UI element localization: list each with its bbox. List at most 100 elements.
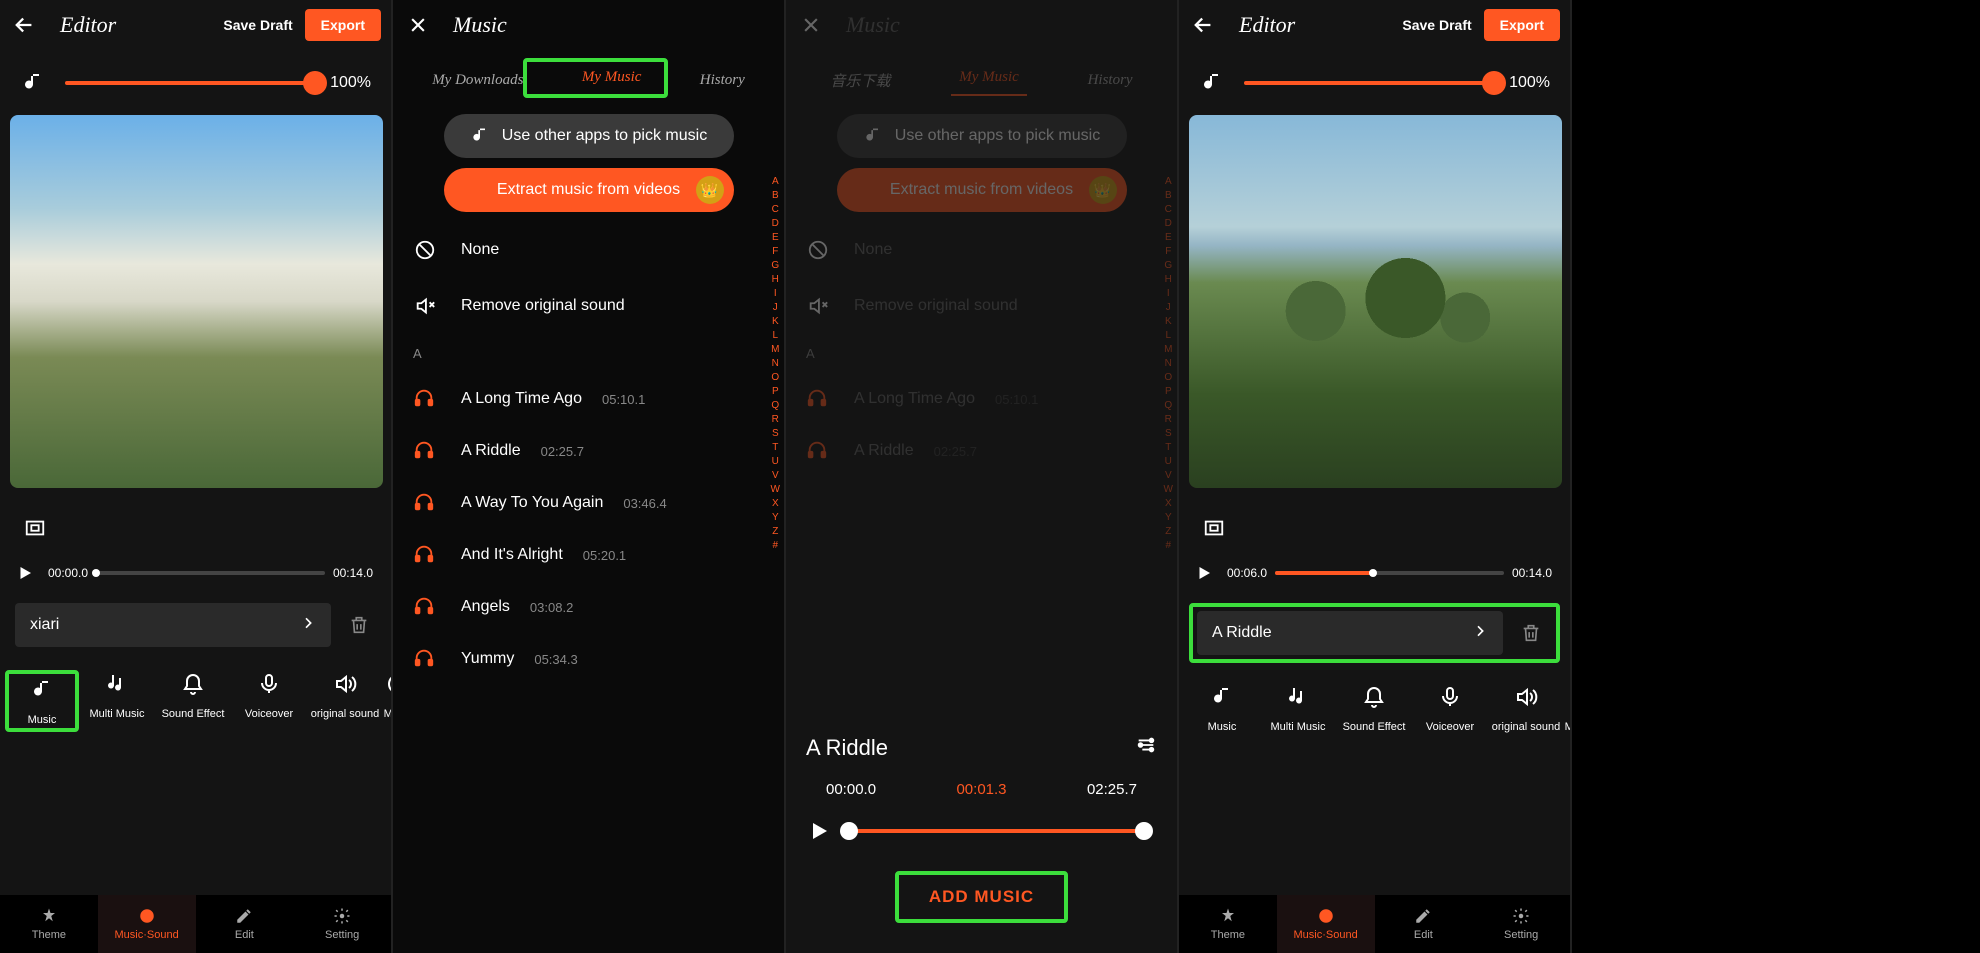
volume-slider[interactable]: [65, 81, 315, 85]
sound-tab-music[interactable]: Music: [5, 670, 79, 732]
song-item[interactable]: A Long Time Ago05:10.1: [786, 373, 1177, 425]
chevron-right-icon: [300, 615, 316, 636]
sound-tab-effect[interactable]: Sound Effect: [1336, 683, 1412, 733]
pick-other-label: Use other apps to pick music: [502, 127, 707, 145]
play-button[interactable]: [10, 558, 40, 588]
song-item[interactable]: A Long Time Ago05:10.1: [393, 373, 784, 425]
player-time-current: 00:01.3: [956, 781, 1006, 798]
page-title: Editor: [1239, 12, 1402, 38]
song-item[interactable]: A Riddle02:25.7: [786, 425, 1177, 477]
fullscreen-icon[interactable]: [15, 508, 55, 548]
none-option[interactable]: None: [786, 222, 1177, 278]
headphones-icon: [413, 491, 437, 515]
sound-tab-original[interactable]: original sound: [1488, 683, 1564, 733]
extract-music-button[interactable]: Extract music from videos 👑: [444, 168, 734, 212]
timeline-slider[interactable]: [96, 571, 325, 575]
play-button[interactable]: [1189, 558, 1219, 588]
sound-tab-effect[interactable]: Sound Effect: [155, 670, 231, 732]
clip-chip[interactable]: xiari: [15, 603, 331, 647]
player-song-title: A Riddle: [806, 735, 1135, 761]
music-icon: [30, 676, 54, 704]
tab-history[interactable]: History: [1080, 68, 1141, 93]
nav-edit[interactable]: Edit: [1375, 895, 1473, 953]
sound-tab-music[interactable]: Music: [1184, 683, 1260, 733]
fullscreen-icon[interactable]: [1194, 508, 1234, 548]
nav-setting[interactable]: Setting: [293, 895, 391, 953]
page-title: Editor: [60, 12, 223, 38]
tab-downloads[interactable]: 音乐下载: [822, 66, 898, 95]
time-end: 00:14.0: [333, 566, 373, 580]
extract-music-button[interactable]: Extract music from videos 👑: [837, 168, 1127, 212]
headphones-icon: [413, 543, 437, 567]
nav-music-sound[interactable]: Music·Sound: [1277, 895, 1375, 953]
play-button[interactable]: [804, 816, 834, 846]
clip-chip[interactable]: A Riddle: [1197, 611, 1503, 655]
song-item[interactable]: A Riddle02:25.7: [393, 425, 784, 477]
settings-icon[interactable]: [1135, 734, 1157, 761]
crown-icon: 👑: [696, 176, 724, 204]
trim-slider[interactable]: [849, 829, 1144, 833]
alpha-index[interactable]: ABCDEFGHIJKLMNOPQRSTUVWXYZ#: [771, 175, 780, 553]
sound-tab-original[interactable]: original sound: [307, 670, 383, 732]
mute-icon: [413, 294, 437, 318]
tab-my-music[interactable]: My Music: [951, 65, 1027, 96]
song-item[interactable]: And It's Alright05:20.1: [393, 529, 784, 581]
song-item[interactable]: A Way To You Again03:46.4: [393, 477, 784, 529]
video-preview[interactable]: [10, 115, 383, 488]
page-title: Music: [846, 12, 1167, 38]
page-title: Music: [453, 12, 774, 38]
nav-theme[interactable]: Theme: [0, 895, 98, 953]
tab-downloads[interactable]: My Downloads: [424, 68, 531, 93]
back-button[interactable]: [1189, 10, 1219, 40]
save-draft-button[interactable]: Save Draft: [1402, 17, 1471, 33]
nav-edit[interactable]: Edit: [196, 895, 294, 953]
sound-tab-voiceover[interactable]: Voiceover: [1412, 683, 1488, 733]
player-time-end: 02:25.7: [1087, 781, 1137, 798]
back-button[interactable]: [10, 10, 40, 40]
song-item[interactable]: Angels03:08.2: [393, 581, 784, 633]
sound-tab-voiceover[interactable]: Voiceover: [231, 670, 307, 732]
alpha-index[interactable]: ABCDEFGHIJKLMNOPQRSTUVWXYZ#: [1164, 175, 1173, 553]
remove-original-option[interactable]: Remove original sound: [786, 278, 1177, 334]
save-draft-button[interactable]: Save Draft: [223, 17, 292, 33]
remove-original-option[interactable]: Remove original sound: [393, 278, 784, 334]
volume-slider[interactable]: [1244, 81, 1494, 85]
delete-button[interactable]: [1513, 616, 1548, 651]
sound-tab-multi[interactable]: Multi Music: [1260, 683, 1336, 733]
clip-label: A Riddle: [1212, 624, 1272, 642]
nav-setting[interactable]: Setting: [1472, 895, 1570, 953]
pick-other-apps-button[interactable]: Use other apps to pick music: [444, 114, 734, 158]
add-music-button[interactable]: ADD MUSIC: [895, 871, 1068, 923]
headphones-icon: [413, 387, 437, 411]
close-button[interactable]: [796, 10, 826, 40]
player-time-start: 00:00.0: [826, 781, 876, 798]
sound-tab-multi[interactable]: Multi Music: [79, 670, 155, 732]
sound-tab-overflow[interactable]: Music: [383, 670, 391, 732]
time-end: 00:14.0: [1512, 566, 1552, 580]
pick-other-apps-button[interactable]: Use other apps to pick music: [837, 114, 1127, 158]
timeline-slider[interactable]: [1275, 571, 1504, 575]
headphones-icon: [806, 387, 830, 411]
tab-history[interactable]: History: [692, 68, 753, 93]
crown-icon: 👑: [1089, 176, 1117, 204]
song-item[interactable]: Yummy05:34.3: [393, 633, 784, 685]
headphones-icon: [413, 595, 437, 619]
export-button[interactable]: Export: [1484, 9, 1560, 41]
headphones-icon: [413, 647, 437, 671]
sound-tab-overflow[interactable]: Music: [1564, 683, 1570, 733]
delete-button[interactable]: [341, 608, 376, 643]
nav-music-sound[interactable]: Music·Sound: [98, 895, 196, 953]
nav-theme[interactable]: Theme: [1179, 895, 1277, 953]
music-note-icon: [15, 65, 50, 100]
headphones-icon: [806, 439, 830, 463]
none-option[interactable]: None: [393, 222, 784, 278]
export-button[interactable]: Export: [305, 9, 381, 41]
video-preview[interactable]: [1189, 115, 1562, 488]
music-note-icon: [1194, 65, 1229, 100]
section-header: A: [393, 334, 784, 373]
close-button[interactable]: [403, 10, 433, 40]
mic-icon: [257, 670, 281, 698]
headphones-icon: [413, 439, 437, 463]
volume-value: 100%: [330, 74, 371, 92]
time-start: 00:00.0: [48, 566, 88, 580]
